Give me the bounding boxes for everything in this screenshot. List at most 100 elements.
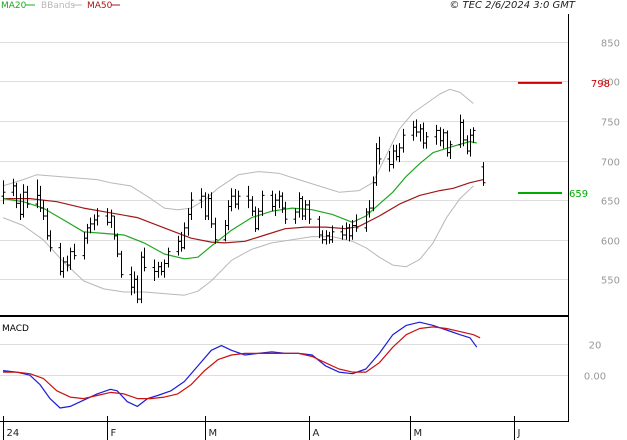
ohlc-bar-27	[132, 271, 137, 294]
ohlc-bar-33	[159, 261, 164, 276]
ohlc-bar-31	[152, 259, 157, 281]
ohlc-bar-54	[256, 208, 261, 231]
ohlc-bar-73	[347, 223, 352, 242]
ohlc-bar-77	[367, 200, 372, 218]
ohlc-bar-48	[229, 188, 234, 212]
ohlc-bar-32	[156, 261, 161, 278]
ohlc-bar-84	[397, 143, 402, 163]
price-tick-labels: 550600650700750800850	[601, 39, 620, 287]
ohlc-bar-101	[481, 162, 486, 186]
ohlc-bar-3	[18, 193, 23, 220]
ohlc-bar-44	[209, 192, 214, 228]
ohlc-bar-85	[401, 128, 406, 153]
ohlc-bar-49	[233, 189, 238, 209]
legend-ma50-label: MA50	[87, 1, 113, 11]
ohlc-bar-69	[327, 231, 332, 244]
macd-gridlines	[0, 344, 568, 376]
macd-tick-0: 0.00	[584, 372, 606, 383]
price-tick-750: 750	[601, 118, 620, 129]
x-tick-label-2: M	[209, 428, 218, 439]
signal-line	[3, 326, 481, 400]
ohlc-bar-36	[176, 235, 181, 256]
ohlc-bar-57	[273, 193, 278, 216]
ohlc-bar-35	[166, 247, 171, 268]
ohlc-bar-64	[303, 200, 308, 220]
ohlc-bar-79	[374, 143, 379, 186]
price-tick-650: 650	[601, 197, 620, 208]
x-tick-label-4: M	[414, 428, 423, 439]
ohlc-bar-58	[277, 190, 282, 209]
macd-series	[2, 321, 481, 409]
ohlc-bar-93	[441, 128, 446, 149]
ohlc-bar-26	[129, 266, 134, 296]
ohlc-bar-53	[253, 206, 258, 232]
ohlc-bar-83	[394, 144, 399, 161]
ohlc-bar-34	[162, 259, 167, 278]
ohlc-bar-61	[293, 208, 298, 224]
marker-high-label: 798	[591, 79, 610, 90]
ohlc-bar-46	[223, 219, 228, 242]
ohlc-bar-55	[260, 190, 265, 216]
price-tick-850: 850	[601, 39, 620, 50]
x-tick-label-3: A	[313, 428, 320, 439]
legend: MA20 BBands MA50	[1, 1, 120, 11]
ohlc-bar-25	[119, 250, 124, 278]
price-gridlines	[0, 42, 568, 280]
ohlc-bar-5	[25, 185, 30, 209]
ohlc-bar-62	[297, 192, 302, 218]
ohlc-bar-13	[65, 255, 70, 272]
ohlc-bar-92	[438, 127, 443, 147]
ohlc-bar-86	[411, 120, 416, 141]
ohlc-bar-15	[72, 243, 77, 260]
price-tick-550: 550	[601, 276, 620, 287]
ohlc-bar-74	[350, 219, 355, 240]
ohlc-bar-65	[307, 200, 312, 224]
ohlc-bar-19	[92, 214, 97, 231]
ohlc-bar-1	[11, 178, 16, 197]
stock-chart: 550600650700750800850 798659 0.0020 MACD…	[0, 0, 620, 440]
price-tick-700: 700	[601, 158, 620, 169]
legend-ma20-label: MA20	[1, 1, 27, 11]
ohlc-bar-45	[213, 217, 218, 244]
ohlc-bar-6	[35, 179, 40, 209]
ohlc-bar-96	[458, 114, 463, 148]
price-tick-600: 600	[601, 237, 620, 248]
ohlc-bar-68	[324, 230, 329, 245]
x-tick-label-5: J	[517, 428, 521, 439]
ohlc-bar-99	[468, 128, 473, 157]
time-axis-ticks: 24 F M A M J	[3, 416, 521, 440]
ohlc-bar-88	[418, 124, 423, 142]
ohlc-bar-89	[421, 122, 426, 149]
ohlc-bar-97	[461, 119, 466, 147]
ohlc-bar-90	[424, 132, 429, 149]
ohlc-bar-52	[250, 196, 255, 216]
ohlc-bar-39	[186, 208, 191, 236]
ohlc-bar-91	[434, 124, 439, 145]
ohlc-bar-21	[105, 208, 110, 226]
marker-low-label: 659	[569, 189, 588, 200]
ma50-line	[3, 179, 484, 244]
ohlc-bar-71	[340, 225, 345, 240]
macd-tick-20: 20	[589, 341, 602, 352]
ohlc-bar-8	[41, 200, 46, 220]
ohlc-bar-100	[471, 127, 476, 144]
macd-tick-labels: 0.00 20	[584, 341, 606, 383]
ohlc-bar-78	[371, 176, 376, 212]
ohlc-bar-60	[283, 201, 288, 224]
ohlc-bar-9	[45, 208, 50, 240]
ohlc-bar-16	[82, 231, 87, 260]
ohlc-bar-47	[226, 200, 231, 231]
ohlc-bar-51	[246, 185, 251, 209]
ohlc-bar-2	[14, 182, 19, 209]
ohlc-bar-82	[391, 144, 396, 169]
ohlc-bar-24	[115, 233, 120, 258]
price-bars	[1, 114, 486, 304]
ohlc-bar-30	[142, 247, 147, 272]
ohlc-bar-72	[344, 222, 349, 240]
x-tick-label-0: 24	[7, 428, 20, 439]
ohlc-bar-41	[199, 188, 204, 209]
ohlc-bar-75	[354, 214, 359, 232]
ohlc-bar-11	[58, 242, 63, 276]
ohlc-bar-29	[139, 251, 144, 304]
ohlc-bar-40	[189, 192, 194, 220]
